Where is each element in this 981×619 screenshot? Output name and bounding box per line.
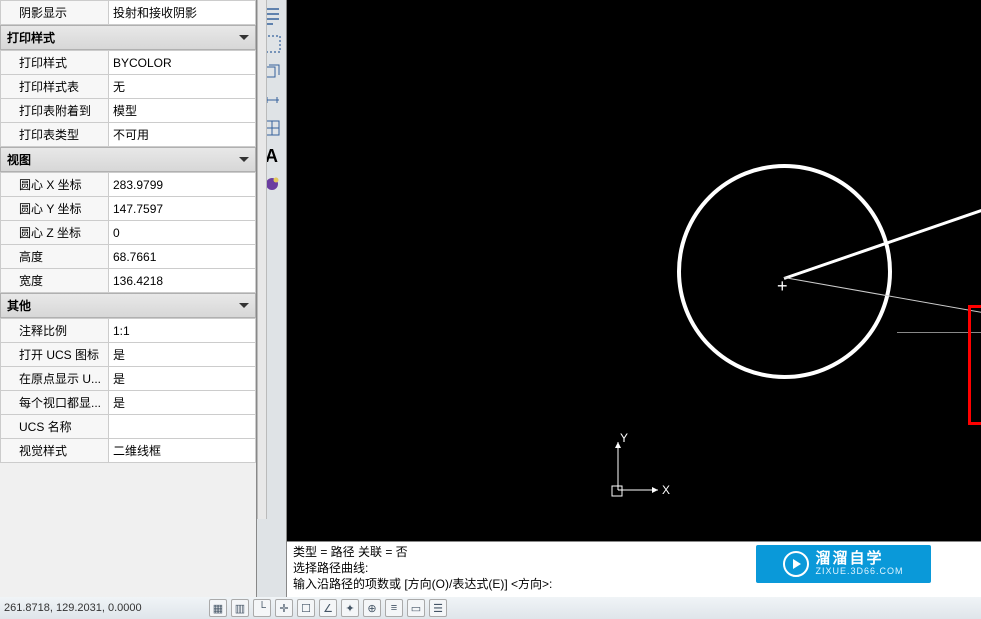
property-row: 宽度136.4218: [1, 269, 256, 293]
prop-val[interactable]: 0: [109, 221, 256, 245]
dyn-toggle-icon[interactable]: ⊕: [363, 599, 381, 617]
prop-val[interactable]: [109, 415, 256, 439]
prop-val[interactable]: 不可用: [109, 123, 256, 147]
svg-text:X: X: [662, 483, 670, 497]
property-row: 打印样式BYCOLOR: [1, 51, 256, 75]
ortho-toggle-icon[interactable]: └: [253, 599, 271, 617]
prop-key: 打印表附着到: [1, 99, 109, 123]
property-row: UCS 名称: [1, 415, 256, 439]
collapse-icon[interactable]: [239, 303, 249, 308]
prop-val[interactable]: 是: [109, 391, 256, 415]
prop-val[interactable]: BYCOLOR: [109, 51, 256, 75]
property-row: 打印表类型不可用: [1, 123, 256, 147]
circle-shape: [677, 164, 892, 379]
collapse-icon[interactable]: [239, 157, 249, 162]
prop-val[interactable]: 二维线框: [109, 439, 256, 463]
property-row: 打印样式表无: [1, 75, 256, 99]
prop-key: 在原点显示 U...: [1, 367, 109, 391]
prop-key: 每个视口都显...: [1, 391, 109, 415]
property-section-header[interactable]: 打印样式: [0, 25, 256, 50]
lwt-toggle-icon[interactable]: ≡: [385, 599, 403, 617]
prop-key: 圆心 Z 坐标: [1, 221, 109, 245]
prop-key: 打开 UCS 图标: [1, 343, 109, 367]
logo-text-en: ZIXUE.3D66.COM: [815, 567, 903, 577]
properties-panel: 阴影显示投射和接收阴影打印样式打印样式BYCOLOR打印样式表无打印表附着到模型…: [0, 0, 257, 619]
property-row: 视觉样式二维线框: [1, 439, 256, 463]
prop-val[interactable]: 投射和接收阴影: [109, 1, 256, 25]
osnap-toggle-icon[interactable]: ☐: [297, 599, 315, 617]
watermark-logo: 溜溜自学 ZIXUE.3D66.COM: [756, 545, 931, 583]
prop-val[interactable]: 283.9799: [109, 173, 256, 197]
prop-val[interactable]: 1:1: [109, 319, 256, 343]
property-section-header[interactable]: 其他: [0, 293, 256, 318]
property-row: 每个视口都显...是: [1, 391, 256, 415]
ducs-toggle-icon[interactable]: ✦: [341, 599, 359, 617]
grid-toggle-icon[interactable]: ▥: [231, 599, 249, 617]
status-bar: 261.8718, 129.2031, 0.0000 ▦ ▥ └ ✛ ☐ ∠ ✦…: [0, 597, 981, 619]
property-row: 在原点显示 U...是: [1, 367, 256, 391]
logo-text-cn: 溜溜自学: [815, 551, 903, 568]
prop-key: 圆心 Y 坐标: [1, 197, 109, 221]
prop-key: UCS 名称: [1, 415, 109, 439]
property-row: 高度68.7661: [1, 245, 256, 269]
prop-key: 注释比例: [1, 319, 109, 343]
property-row: 圆心 X 坐标283.9799: [1, 173, 256, 197]
ucs-icon: X Y: [610, 432, 680, 502]
prop-key: 打印样式: [1, 51, 109, 75]
prop-val[interactable]: 是: [109, 343, 256, 367]
scrollbar[interactable]: [257, 0, 267, 519]
prop-val[interactable]: 模型: [109, 99, 256, 123]
section-title: 其他: [7, 297, 31, 314]
coordinates-readout: 261.8718, 129.2031, 0.0000: [4, 602, 209, 614]
prop-key: 打印样式表: [1, 75, 109, 99]
snap-toggle-icon[interactable]: ▦: [209, 599, 227, 617]
collapse-icon[interactable]: [239, 35, 249, 40]
section-title: 视图: [7, 151, 31, 168]
prop-key: 视觉样式: [1, 439, 109, 463]
prop-val[interactable]: 是: [109, 367, 256, 391]
prop-val[interactable]: 68.7661: [109, 245, 256, 269]
property-row: 注释比例1:1: [1, 319, 256, 343]
property-row: 圆心 Z 坐标0: [1, 221, 256, 245]
property-row: 打开 UCS 图标是: [1, 343, 256, 367]
prop-key: 阴影显示: [1, 1, 109, 25]
status-icon-10[interactable]: ▭: [407, 599, 425, 617]
prop-val[interactable]: 无: [109, 75, 256, 99]
otrack-toggle-icon[interactable]: ∠: [319, 599, 337, 617]
prop-key: 宽度: [1, 269, 109, 293]
prop-key: 打印表类型: [1, 123, 109, 147]
highlight-box: [968, 305, 981, 425]
prop-val[interactable]: 136.4218: [109, 269, 256, 293]
property-section-header[interactable]: 视图: [0, 147, 256, 172]
status-icon-11[interactable]: ☰: [429, 599, 447, 617]
section-title: 打印样式: [7, 29, 55, 46]
drawing-canvas[interactable]: + 输入沿路径的项数或 ▾ < 345° X Y: [287, 0, 981, 619]
prop-key: 高度: [1, 245, 109, 269]
property-row: 圆心 Y 坐标147.7597: [1, 197, 256, 221]
svg-text:Y: Y: [620, 432, 628, 445]
prop-val[interactable]: 147.7597: [109, 197, 256, 221]
polar-toggle-icon[interactable]: ✛: [275, 599, 293, 617]
prop-key: 圆心 X 坐标: [1, 173, 109, 197]
property-row: 打印表附着到模型: [1, 99, 256, 123]
